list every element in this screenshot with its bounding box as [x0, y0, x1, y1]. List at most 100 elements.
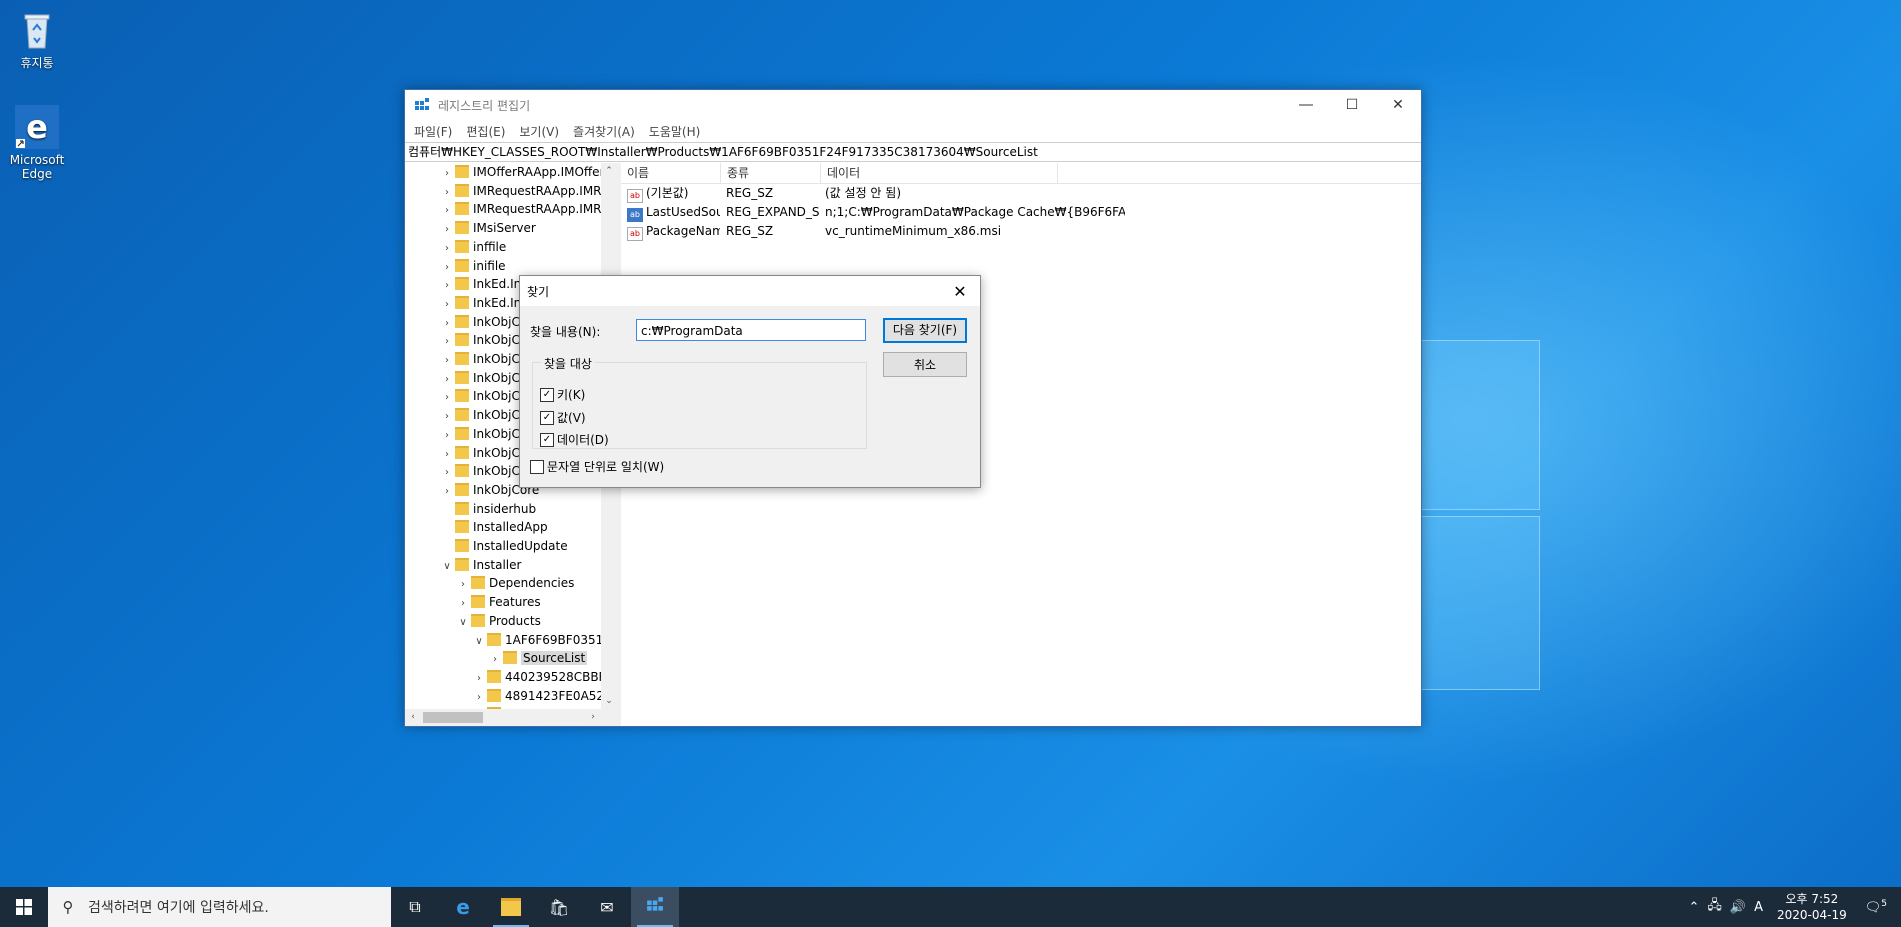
menu-favorites[interactable]: 즐겨찾기(A): [566, 123, 642, 140]
desktop-icon-edge[interactable]: e Microsoft Edge: [0, 105, 74, 181]
chevron-right-icon[interactable]: ›: [439, 427, 455, 445]
tree-item[interactable]: insiderhub: [439, 500, 536, 518]
find-what-label: 찾을 내용(N):: [530, 325, 601, 339]
tree-item[interactable]: › 4891423FE0A52: [471, 687, 604, 705]
chevron-right-icon[interactable]: ›: [439, 184, 455, 202]
window-title: 레지스트리 편집기: [438, 98, 531, 113]
taskbar-file-explorer-button[interactable]: [487, 887, 535, 927]
chevron-right-icon[interactable]: ›: [439, 408, 455, 426]
find-next-button[interactable]: 다음 찾기(F): [883, 318, 967, 343]
scroll-right-icon[interactable]: ›: [585, 709, 601, 726]
tree-item[interactable]: › IMRequestRAApp.IMRe: [439, 200, 608, 218]
close-button[interactable]: ✕: [1375, 90, 1421, 120]
address-bar[interactable]: 컴퓨터₩HKEY_CLASSES_ROOT₩Installer₩Products…: [405, 142, 1421, 162]
tree-item[interactable]: InstalledApp: [439, 518, 548, 536]
menu-file[interactable]: 파일(F): [407, 123, 459, 140]
dialog-title-bar[interactable]: 찾기 ✕: [520, 276, 980, 306]
taskbar-store-button[interactable]: 🛍: [535, 887, 583, 927]
chevron-down-icon[interactable]: ∨: [439, 558, 455, 576]
column-header-type[interactable]: 종류: [721, 163, 821, 183]
value-row[interactable]: abPackageName REG_SZ vc_runtimeMinimum_x…: [621, 222, 1421, 241]
folder-icon: [455, 389, 469, 403]
wallpaper-logo-pane: [1420, 516, 1540, 690]
values-checkbox[interactable]: ✓ 값(V): [540, 409, 586, 426]
column-header-name[interactable]: 이름: [621, 163, 721, 183]
task-view-button[interactable]: ⧉: [391, 887, 439, 927]
scroll-thumb[interactable]: [423, 712, 483, 723]
close-icon[interactable]: ✕: [940, 282, 980, 301]
folder-icon: [455, 445, 469, 459]
chevron-up-icon[interactable]: ⌃: [1685, 900, 1704, 915]
chevron-right-icon[interactable]: ›: [471, 689, 487, 707]
tree-item[interactable]: InstalledUpdate: [439, 537, 568, 555]
title-bar[interactable]: 레지스트리 편집기 ― ☐ ✕: [405, 90, 1421, 120]
match-whole-string-checkbox[interactable]: 문자열 단위로 일치(W): [530, 458, 664, 475]
network-icon[interactable]: 🖧: [1703, 896, 1726, 918]
start-button[interactable]: [0, 887, 48, 927]
find-what-input[interactable]: c:₩ProgramData: [636, 319, 866, 341]
column-header-data[interactable]: 데이터: [821, 163, 1058, 183]
chevron-right-icon[interactable]: ›: [439, 315, 455, 333]
tree-item[interactable]: ∨ Installer: [439, 556, 521, 574]
scroll-left-icon[interactable]: ‹: [405, 709, 421, 726]
tree-item[interactable]: › SourceList: [487, 649, 588, 669]
value-type: REG_SZ: [726, 186, 774, 200]
chevron-right-icon[interactable]: ›: [439, 240, 455, 258]
scroll-down-icon[interactable]: ⌄: [601, 693, 617, 709]
minimize-button[interactable]: ―: [1283, 90, 1329, 120]
tree-item[interactable]: › 440239528CBBF: [471, 668, 605, 686]
taskbar-mail-button[interactable]: ✉: [583, 887, 631, 927]
chevron-right-icon[interactable]: ›: [439, 221, 455, 239]
notification-icon[interactable]: 🗨5: [1857, 899, 1901, 915]
chevron-right-icon[interactable]: ›: [439, 446, 455, 464]
cancel-button[interactable]: 취소: [883, 352, 967, 377]
tree-item[interactable]: ∨ 1AF6F69BF0351F: [471, 631, 610, 649]
chevron-right-icon[interactable]: ›: [439, 259, 455, 277]
chevron-right-icon[interactable]: ›: [439, 371, 455, 389]
value-row[interactable]: abLastUsedSource REG_EXPAND_SZ n;1;C:₩Pr…: [621, 203, 1421, 222]
folder-icon: [471, 576, 485, 590]
tree-item[interactable]: › Features: [455, 593, 541, 611]
tree-item[interactable]: › Dependencies: [455, 574, 574, 592]
tree-horizontal-scrollbar[interactable]: ‹ ›: [405, 709, 617, 726]
tree-item[interactable]: › IMsiServer: [439, 219, 536, 237]
chevron-down-icon[interactable]: ∨: [455, 614, 471, 632]
chevron-right-icon[interactable]: ›: [439, 389, 455, 407]
chevron-right-icon[interactable]: ›: [439, 202, 455, 220]
volume-icon[interactable]: 🔊: [1726, 900, 1750, 915]
menu-help[interactable]: 도움말(H): [642, 123, 708, 140]
chevron-right-icon[interactable]: ›: [439, 352, 455, 370]
chevron-down-icon[interactable]: ∨: [471, 633, 487, 651]
chevron-right-icon[interactable]: ›: [455, 595, 471, 613]
chevron-right-icon[interactable]: ›: [471, 670, 487, 688]
chevron-right-icon[interactable]: ›: [487, 651, 503, 669]
scroll-up-icon[interactable]: ⌃: [601, 163, 617, 179]
data-checkbox[interactable]: ✓ 데이터(D): [540, 431, 609, 448]
maximize-button[interactable]: ☐: [1329, 90, 1375, 120]
value-name: LastUsedSource: [646, 205, 720, 219]
chevron-right-icon[interactable]: ›: [439, 165, 455, 183]
chevron-right-icon[interactable]: ›: [439, 464, 455, 482]
wallpaper-logo-pane: [1420, 340, 1540, 510]
chevron-right-icon[interactable]: ›: [439, 277, 455, 295]
chevron-right-icon[interactable]: ›: [439, 296, 455, 314]
taskbar-search-box[interactable]: ⚲ 검색하려면 여기에 입력하세요.: [48, 887, 391, 927]
tree-item[interactable]: › inffile: [439, 238, 506, 256]
tree-item[interactable]: › inifile: [439, 257, 506, 275]
tree-item[interactable]: › IMRequestRAApp.IMRe: [439, 182, 608, 200]
value-row[interactable]: ab (기본값) REG_SZ (값 설정 안 됨): [621, 184, 1421, 203]
taskbar-regedit-button[interactable]: [631, 887, 679, 927]
ime-indicator[interactable]: A: [1750, 900, 1767, 915]
tree-item[interactable]: › IMOfferRAApp.IMOfferI: [439, 163, 608, 181]
tree-item[interactable]: ∨ Products: [455, 612, 541, 630]
tree-item-label: inffile: [473, 239, 507, 254]
taskbar-edge-button[interactable]: e: [439, 887, 487, 927]
chevron-right-icon[interactable]: ›: [455, 576, 471, 594]
chevron-right-icon[interactable]: ›: [439, 483, 455, 501]
menu-edit[interactable]: 편집(E): [459, 123, 512, 140]
clock[interactable]: 오후 7:52 2020-04-19: [1767, 891, 1857, 923]
desktop-icon-recycle-bin[interactable]: 휴지통: [0, 8, 74, 70]
keys-checkbox[interactable]: ✓ 키(K): [540, 386, 585, 403]
menu-view[interactable]: 보기(V): [512, 123, 566, 140]
chevron-right-icon[interactable]: ›: [439, 333, 455, 351]
